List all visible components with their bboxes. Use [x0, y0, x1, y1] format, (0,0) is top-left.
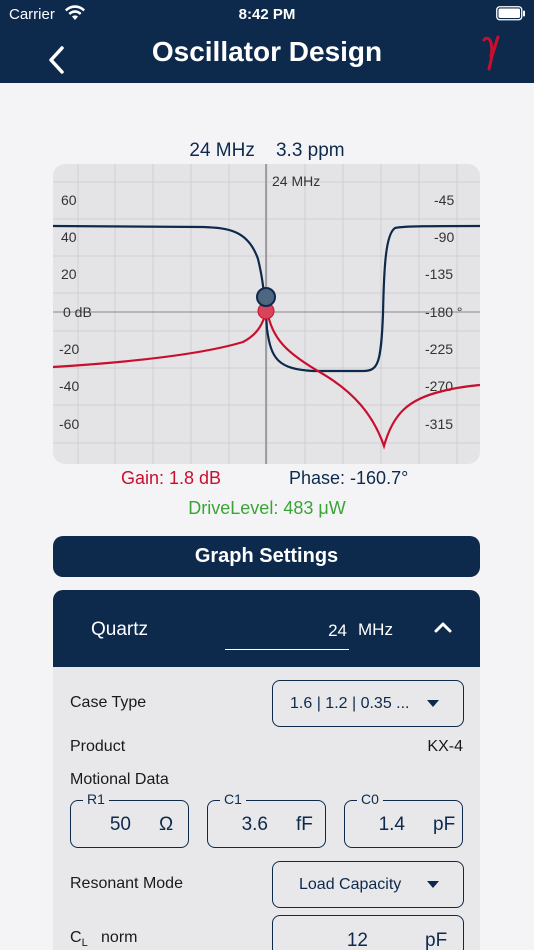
case-type-value: 1.6 | 1.2 | 0.35 ...: [290, 694, 410, 712]
caret-down-icon: [427, 881, 439, 888]
right-tick: -225: [425, 341, 453, 357]
case-type-select[interactable]: 1.6 | 1.2 | 0.35 ...: [272, 680, 464, 727]
right-tick: -180 °: [425, 304, 463, 320]
c1-unit: fF: [296, 814, 313, 835]
left-tick: -20: [59, 341, 79, 357]
cl-norm-label: CL norm: [70, 929, 137, 949]
input-underline: [225, 649, 349, 650]
clock: 8:42 PM: [238, 6, 296, 23]
c1-label: C1: [220, 791, 246, 807]
c0-unit: pF: [433, 814, 456, 835]
r1-field[interactable]: R1 50 Ω: [70, 791, 189, 848]
case-type-label: Case Type: [70, 694, 147, 711]
frequency-summary: 24 MHz 3.3 ppm: [0, 140, 534, 162]
cl-norm-value[interactable]: 12: [273, 930, 368, 950]
c0-value[interactable]: 1.4: [345, 814, 405, 836]
cl-norm-unit: pF: [425, 930, 448, 950]
c0-field[interactable]: C0 1.4 pF: [344, 791, 463, 848]
motional-data-label: Motional Data: [70, 771, 169, 788]
right-tick: -315: [425, 416, 453, 432]
resonant-mode-select[interactable]: Load Capacity: [272, 861, 464, 908]
quartz-frequency-input[interactable]: 24: [225, 621, 347, 641]
left-tick: 0 dB: [63, 304, 92, 320]
product-label: Product: [70, 738, 126, 755]
cl-symbol: C: [70, 929, 82, 946]
cl-suffix: norm: [101, 929, 138, 946]
r1-label: R1: [83, 791, 109, 807]
left-tick: 20: [61, 266, 77, 282]
resonant-mode-value: Load Capacity: [299, 875, 402, 893]
frequency-value: 24 MHz: [189, 140, 255, 161]
battery-icon: [496, 6, 525, 21]
nav-bar: Carrier 8:42 PM Oscillator Design: [0, 0, 534, 83]
left-tick: -40: [59, 378, 79, 394]
phase-marker[interactable]: [256, 287, 276, 307]
c0-label: C0: [357, 791, 383, 807]
right-tick: -45: [434, 192, 454, 208]
product-value: KX-4: [427, 738, 463, 755]
brand-logo-icon: [482, 35, 500, 71]
r1-unit: Ω: [159, 814, 174, 835]
quartz-header[interactable]: Quartz 24 MHz: [53, 590, 480, 667]
gain-readout: Gain: 1.8 dB: [121, 468, 222, 488]
quartz-frequency-unit: MHz: [358, 620, 393, 639]
right-tick: -135: [425, 266, 453, 282]
page-title: Oscillator Design: [151, 36, 383, 67]
left-tick: -60: [59, 416, 79, 432]
phase-readout: Phase: -160.7°: [289, 468, 409, 488]
caret-down-icon: [427, 700, 439, 707]
left-tick: 40: [61, 229, 77, 245]
frequency-marker-label: 24 MHz: [272, 173, 320, 189]
r1-value[interactable]: 50: [71, 814, 131, 836]
chevron-up-icon[interactable]: [434, 620, 452, 634]
bode-graph[interactable]: 60 40 20 0 dB -20 -40 -60 -45 -90 -135 -…: [53, 164, 480, 464]
bode-plot-svg: 60 40 20 0 dB -20 -40 -60 -45 -90 -135 -…: [53, 164, 480, 464]
c1-value[interactable]: 3.6: [208, 814, 268, 836]
left-tick: 60: [61, 192, 77, 208]
quartz-panel: Quartz 24 MHz Case Type 1.6 | 1.2 | 0.35…: [53, 590, 480, 950]
ppm-value: 3.3 ppm: [275, 140, 345, 161]
right-tick: -90: [434, 229, 454, 245]
c1-field[interactable]: C1 3.6 fF: [207, 791, 326, 848]
drive-level-readout: DriveLevel: 483 μW: [188, 498, 346, 518]
resonant-mode-label: Resonant Mode: [70, 875, 183, 892]
graph-settings-button[interactable]: Graph Settings: [53, 536, 480, 577]
quartz-label: Quartz: [91, 619, 149, 640]
cl-subscript: L: [81, 937, 88, 950]
status-bar: Carrier 8:42 PM: [0, 0, 534, 28]
cl-norm-field[interactable]: 12 pF: [272, 915, 464, 950]
